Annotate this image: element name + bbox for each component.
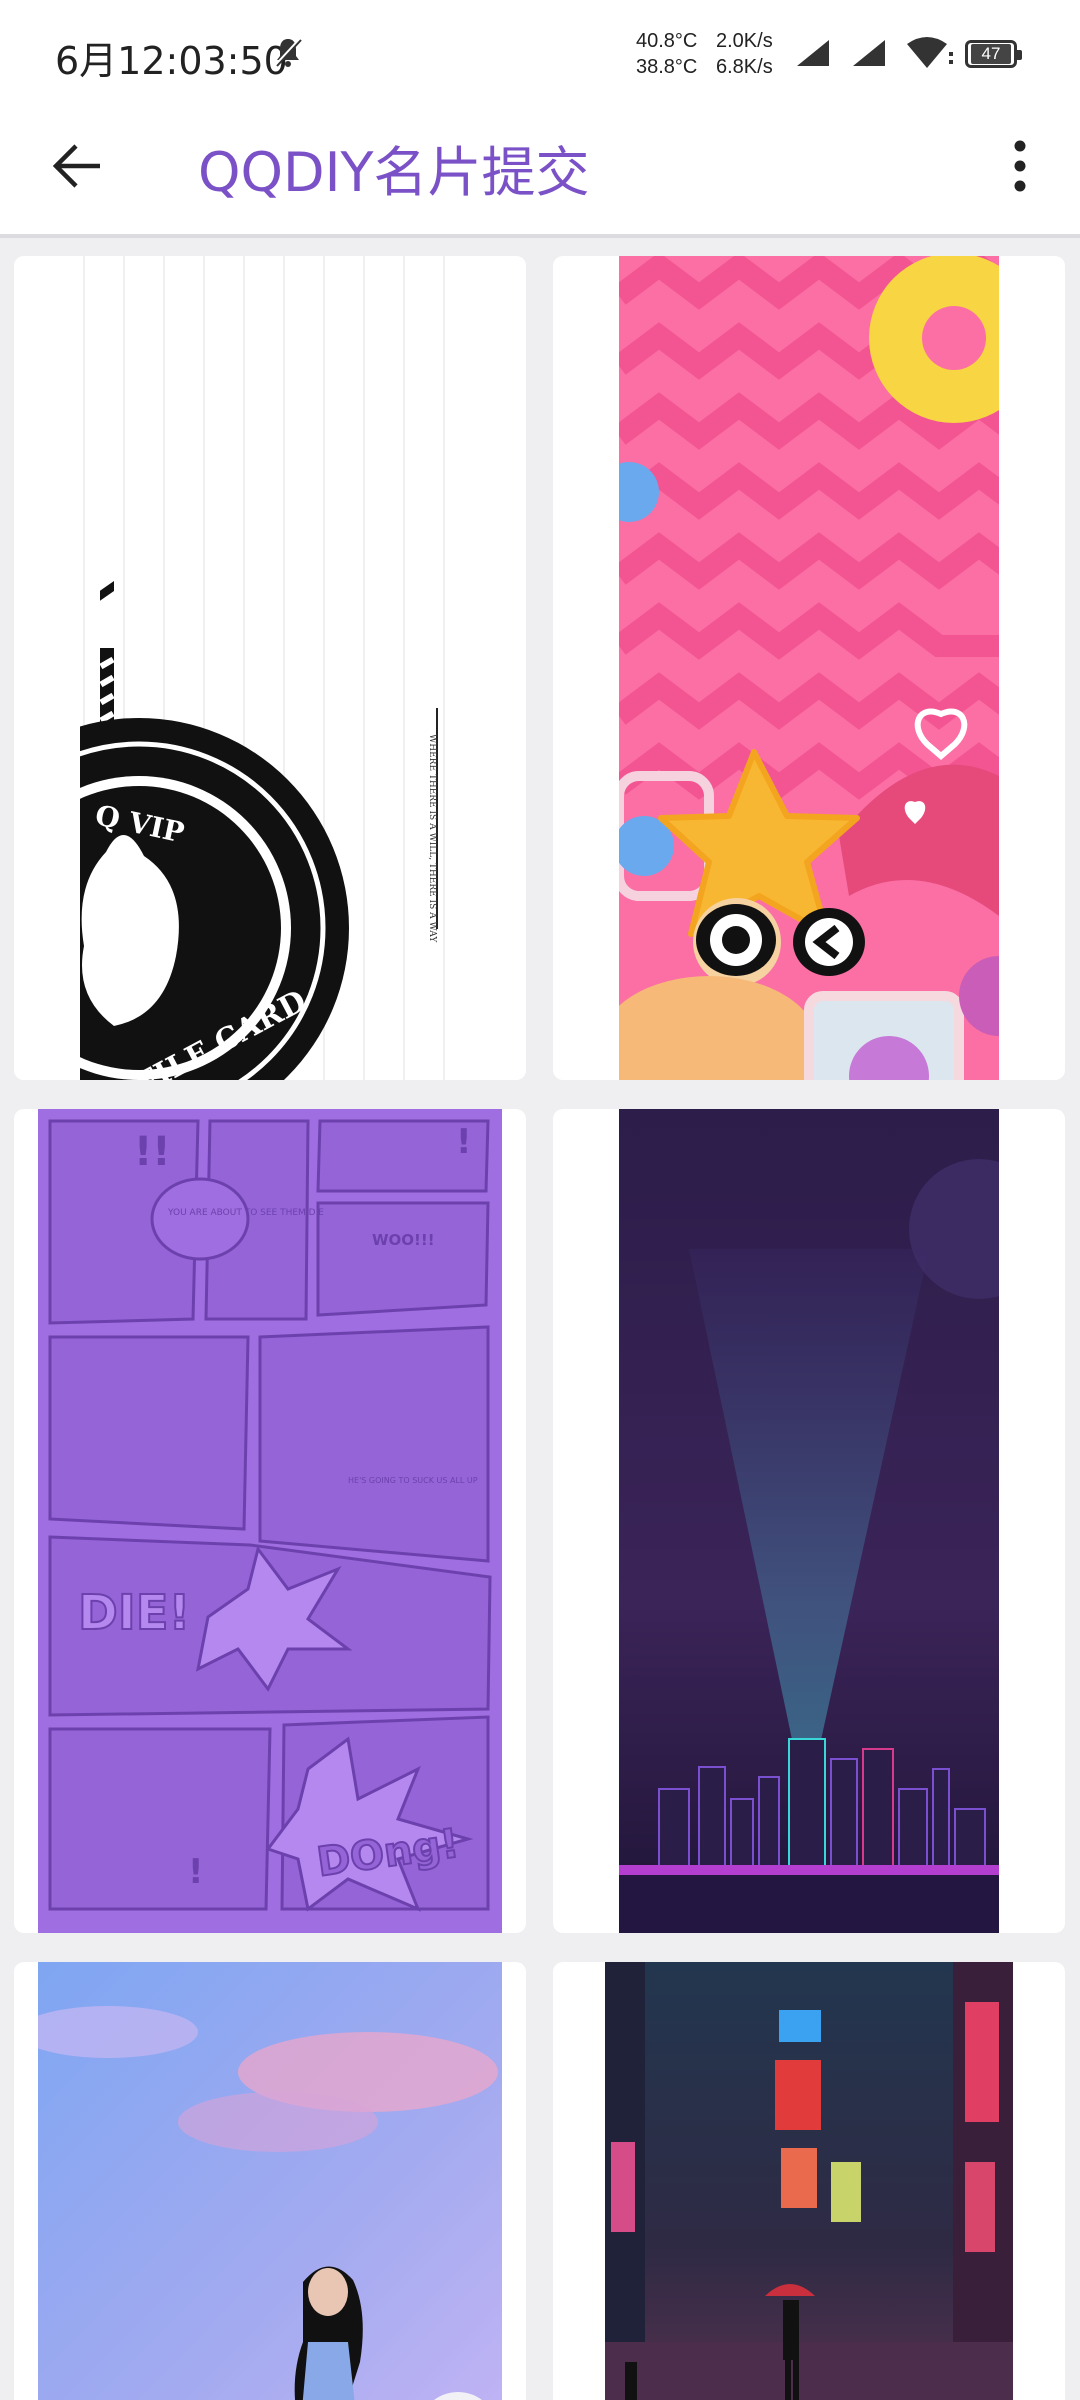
card1-side-text: WHERE THERE IS A WILL, THERE IS A WAY bbox=[427, 734, 437, 943]
temperature-readout: 40.8°C 38.8°C bbox=[636, 28, 697, 80]
rainy-street-image bbox=[605, 1962, 1013, 2400]
card-neon-city[interactable] bbox=[553, 1109, 1065, 1933]
card3-text-2: WOO!!! bbox=[372, 1231, 435, 1249]
speed-up: 2.0K/s bbox=[716, 30, 773, 52]
card-purple-comic[interactable]: YOU ARE ABOUT TO SEE THEM DIE WOO!!! HE'… bbox=[14, 1109, 526, 1933]
pink-star-image bbox=[619, 256, 999, 1080]
card-qq-vip[interactable]: Q VIP PROFILE CARD WHERE THERE IS A WILL… bbox=[14, 256, 526, 1080]
signal-icon bbox=[797, 40, 829, 66]
wifi-icon bbox=[907, 37, 953, 68]
network-speed: 2.0K/s 6.8K/s bbox=[716, 28, 773, 80]
more-vertical-icon[interactable] bbox=[1000, 136, 1040, 196]
temp-2: 38.8°C bbox=[636, 56, 698, 78]
page-title: QQDIY名片提交 bbox=[198, 141, 590, 204]
silent-bell-icon bbox=[274, 37, 302, 67]
neon-city-image bbox=[619, 1109, 999, 1933]
card3-text-1: YOU ARE ABOUT TO SEE THEM DIE bbox=[167, 1208, 324, 1218]
svg-text:!: ! bbox=[188, 1852, 204, 1892]
girl-sky-image bbox=[38, 1962, 502, 2400]
arrow-left-icon[interactable] bbox=[50, 138, 106, 194]
purple-comic-image: YOU ARE ABOUT TO SEE THEM DIE WOO!!! HE'… bbox=[38, 1109, 502, 1933]
card3-text-3: HE'S GOING TO SUCK US ALL UP bbox=[348, 1476, 478, 1485]
svg-text:!: ! bbox=[456, 1122, 472, 1162]
battery-icon: 47 bbox=[965, 40, 1022, 68]
battery-level: 47 bbox=[971, 44, 1011, 64]
card3-text-4: DIE! bbox=[78, 1585, 190, 1641]
clock: 6月12:03:50 bbox=[55, 39, 288, 83]
temp-1: 40.8°C bbox=[636, 30, 698, 52]
card-girl-sky[interactable] bbox=[14, 1962, 526, 2400]
signal-icon bbox=[853, 40, 885, 66]
app-bar: QQDIY名片提交 bbox=[0, 110, 1080, 238]
card-pink-star[interactable] bbox=[553, 256, 1065, 1080]
card-rainy-street[interactable] bbox=[553, 1962, 1065, 2400]
qq-vip-image: Q VIP PROFILE CARD WHERE THERE IS A WILL… bbox=[14, 256, 526, 1080]
speed-down: 6.8K/s bbox=[716, 56, 773, 78]
svg-text:!!: !! bbox=[134, 1129, 170, 1175]
status-bar: 6月12:03:50 40.8°C 38.8°C 2.0K/s 6.8K/s 4… bbox=[0, 0, 1080, 110]
